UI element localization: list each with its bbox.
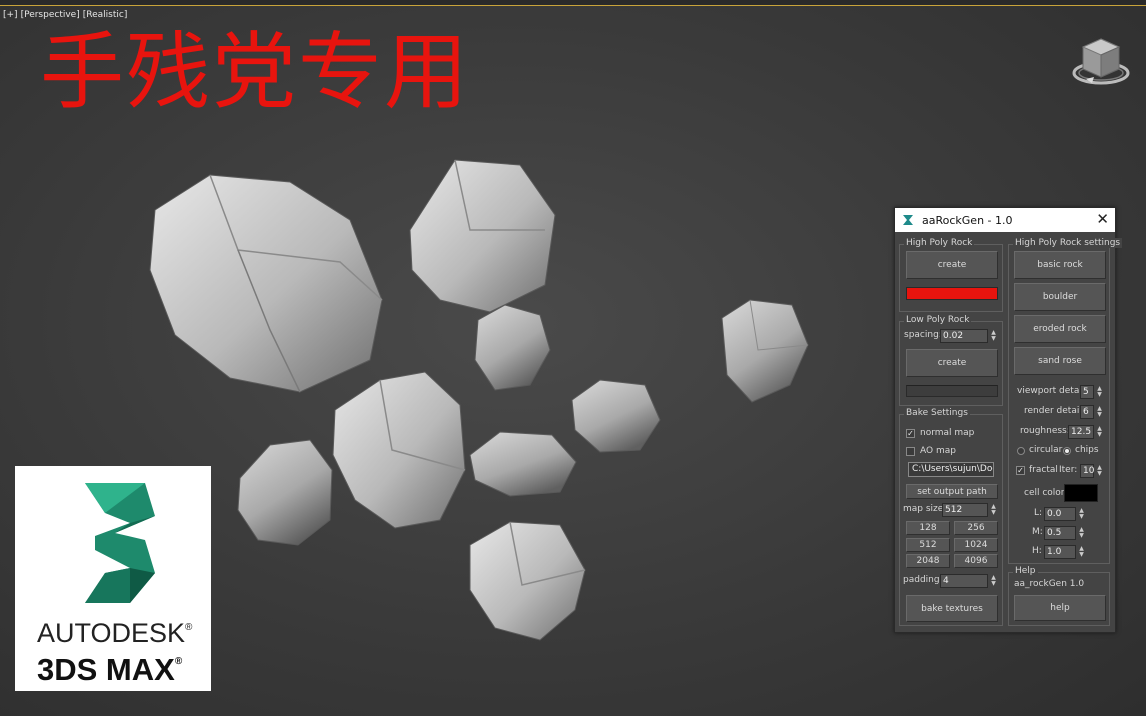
circular-radio[interactable]: [1017, 447, 1025, 455]
fractal-checkbox[interactable]: ✓: [1016, 466, 1025, 475]
normal-map-label: normal map: [920, 428, 975, 438]
low-poly-rock-group: Low Poly Rock spacing: 0.02 ▲ ▼ create: [899, 315, 1003, 406]
fractal-label: fractal: [1029, 465, 1058, 475]
group-label: High Poly Rock: [904, 238, 975, 248]
set-output-path-button[interactable]: set output path: [906, 484, 998, 499]
map-size-128-button[interactable]: 128: [906, 521, 950, 535]
iter-spinner[interactable]: 10 ▲ ▼: [1080, 464, 1102, 478]
spinner-arrows-icon[interactable]: ▲ ▼: [1095, 406, 1104, 418]
padding-spinner[interactable]: 4 ▲ ▼: [940, 574, 996, 588]
preset-boulder-button[interactable]: boulder: [1014, 283, 1106, 311]
rock-mid-right[interactable]: [571, 379, 661, 453]
ao-map-label: AO map: [920, 446, 956, 456]
map-size-1024-button[interactable]: 1024: [954, 538, 998, 552]
logo-autodesk-text: AUTODESK®: [37, 618, 193, 648]
spinner-arrows-icon[interactable]: ▲ ▼: [1095, 465, 1104, 477]
spinner-arrows-icon[interactable]: ▲ ▼: [1077, 527, 1086, 539]
help-group: Help aa_rockGen 1.0 help: [1008, 566, 1110, 626]
aarockgen-dialog: aaRockGen - 1.0 ✕ High Poly Rock create …: [894, 207, 1123, 633]
spacing-label: spacing:: [904, 330, 942, 340]
rock-top-middle[interactable]: [409, 159, 556, 313]
rock-bottom[interactable]: [469, 521, 586, 641]
spinner-arrows-icon[interactable]: ▲ ▼: [1095, 426, 1104, 438]
group-label: Bake Settings: [904, 408, 970, 418]
spinner-arrows-icon[interactable]: ▲ ▼: [1077, 546, 1086, 558]
bake-settings-group: Bake Settings ✓ normal map AO map C:\Use…: [899, 408, 1003, 626]
map-size-2048-button[interactable]: 2048: [906, 554, 950, 568]
map-size-512-button[interactable]: 512: [906, 538, 950, 552]
low-poly-create-button[interactable]: create: [906, 349, 998, 377]
high-poly-rock-group: High Poly Rock create: [899, 238, 1003, 312]
spinner-arrows-icon[interactable]: ▲ ▼: [989, 575, 998, 587]
output-path-field[interactable]: C:\Users\sujun\Doc: [908, 462, 994, 477]
spinner-arrows-icon[interactable]: ▲ ▼: [989, 504, 998, 516]
iter-label: Iter:: [1059, 465, 1078, 475]
rock-flat[interactable]: [469, 431, 577, 497]
render-detail-label: render detail:: [1024, 406, 1085, 416]
help-button[interactable]: help: [1014, 595, 1106, 621]
help-version-text: aa_rockGen 1.0: [1014, 579, 1085, 589]
rock-right[interactable]: [721, 299, 809, 403]
high-poly-color-swatch[interactable]: [906, 287, 998, 300]
group-label: Low Poly Rock: [904, 315, 972, 325]
3dsmax-logo-icon: [85, 483, 155, 603]
circular-label: circular: [1029, 445, 1063, 455]
l-spinner[interactable]: 0.0 ▲ ▼: [1044, 507, 1084, 521]
m-label: M:: [1032, 527, 1043, 537]
map-size-spinner[interactable]: 512 ▲ ▼: [942, 503, 996, 517]
preset-basic-rock-button[interactable]: basic rock: [1014, 251, 1106, 279]
bake-textures-button[interactable]: bake textures: [906, 595, 998, 622]
low-poly-progress-bar: [906, 385, 998, 397]
l-label: L:: [1034, 508, 1043, 518]
group-label: High Poly Rock settings: [1013, 238, 1123, 248]
close-icon[interactable]: ✕: [1096, 210, 1109, 228]
rock-left[interactable]: [237, 439, 333, 546]
roughness-label: roughness:: [1020, 426, 1070, 436]
rock-large[interactable]: [149, 174, 383, 393]
cell-color-swatch[interactable]: [1064, 484, 1098, 502]
spacing-spinner[interactable]: 0.02 ▲ ▼: [940, 329, 996, 343]
chips-radio[interactable]: [1063, 447, 1071, 455]
group-label: Help: [1013, 566, 1038, 576]
3dsmax-app-icon: [903, 215, 913, 225]
cell-color-label: cell color:: [1024, 488, 1068, 498]
h-label: H:: [1032, 546, 1042, 556]
spinner-arrows-icon[interactable]: ▲ ▼: [1095, 386, 1104, 398]
ao-map-checkbox[interactable]: [906, 447, 915, 456]
high-poly-settings-group: High Poly Rock settings basic rock bould…: [1008, 238, 1123, 564]
chips-label: chips: [1075, 445, 1099, 455]
map-size-256-button[interactable]: 256: [954, 521, 998, 535]
spinner-arrows-icon[interactable]: ▲ ▼: [1077, 508, 1086, 520]
rock-mid-left[interactable]: [332, 371, 466, 529]
padding-label: padding:: [903, 575, 943, 585]
normal-map-checkbox[interactable]: ✓: [906, 429, 915, 438]
m-spinner[interactable]: 0.5 ▲ ▼: [1044, 526, 1084, 540]
map-size-4096-button[interactable]: 4096: [954, 554, 998, 568]
viewport-detail-label: viewport detail:: [1017, 386, 1088, 396]
preset-eroded-rock-button[interactable]: eroded rock: [1014, 315, 1106, 343]
render-detail-spinner[interactable]: 6 ▲ ▼: [1080, 405, 1102, 419]
dialog-title: aaRockGen - 1.0: [922, 213, 1013, 227]
logo-3dsmax-text: 3DS MAX®: [37, 652, 183, 687]
h-spinner[interactable]: 1.0 ▲ ▼: [1044, 545, 1084, 559]
rock-small-center[interactable]: [474, 304, 551, 391]
spinner-arrows-icon[interactable]: ▲ ▼: [989, 330, 998, 342]
map-size-label: map size:: [903, 504, 947, 514]
roughness-spinner[interactable]: 12.5 ▲ ▼: [1068, 425, 1102, 439]
dialog-titlebar[interactable]: aaRockGen - 1.0 ✕: [895, 208, 1115, 232]
high-poly-create-button[interactable]: create: [906, 251, 998, 279]
autodesk-3dsmax-logo: AUTODESK® 3DS MAX®: [15, 466, 211, 691]
viewport-detail-spinner[interactable]: 5 ▲ ▼: [1080, 385, 1102, 399]
preset-sand-rose-button[interactable]: sand rose: [1014, 347, 1106, 375]
